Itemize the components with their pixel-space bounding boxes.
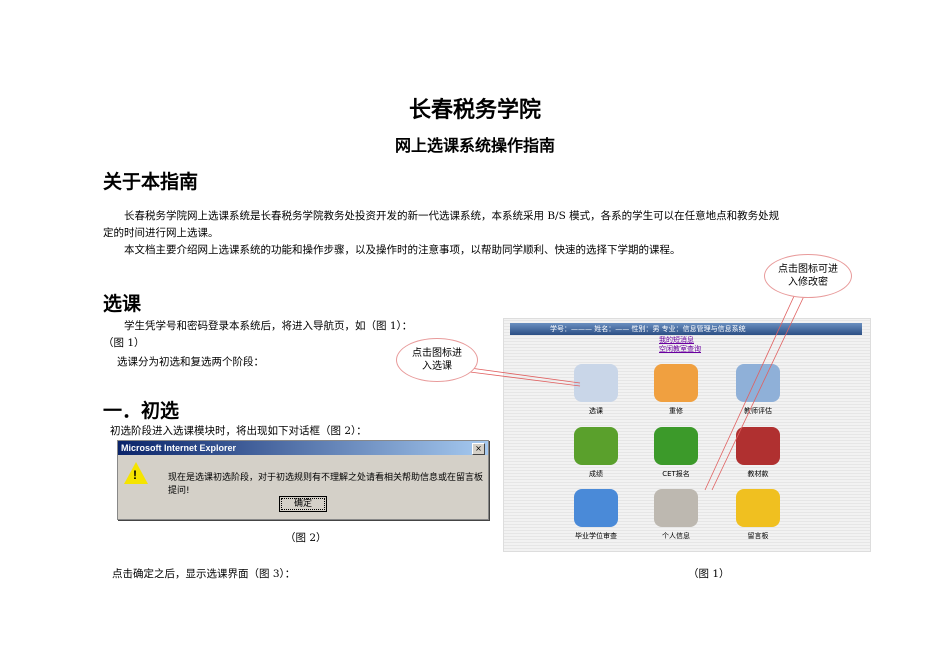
callout-select: 点击图标进入选课 [396, 338, 478, 382]
callout-lines [469, 293, 806, 491]
callout-password: 点击图标可进入修改密 [764, 254, 852, 298]
